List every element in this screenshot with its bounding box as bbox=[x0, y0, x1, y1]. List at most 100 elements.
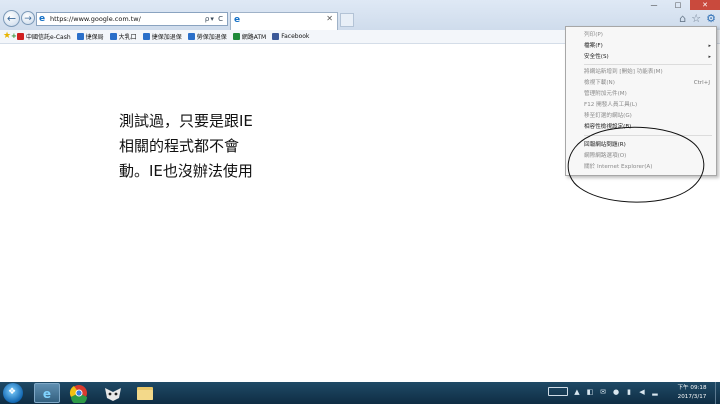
taskbar-ie[interactable]: e bbox=[34, 383, 60, 403]
windows-logo-icon: ❖ bbox=[8, 387, 17, 397]
favorites-list: 中國信託e-Cash 捷保局 大乳口 捷保加退保 勞保加退保 網路ATM Facebook bbox=[17, 30, 315, 43]
show-desktop-button[interactable] bbox=[715, 382, 720, 404]
page-text: 測試過，只要是跟IE 相關的程式都不會 動。IE也沒辦法使用 bbox=[119, 109, 253, 184]
favorites-star-icon[interactable]: ★ bbox=[3, 30, 11, 43]
address-url[interactable]: https://www.google.com.tw/ bbox=[50, 13, 141, 25]
start-button[interactable]: ❖ bbox=[3, 383, 23, 403]
screen: ← → e https://www.google.com.tw/ ρ▾ C e … bbox=[0, 0, 720, 404]
favorite-item[interactable]: Facebook bbox=[272, 33, 309, 40]
taskbar: ❖ e ▲ ◧ ✉ ● ▮ ◀ ▂ 下午 09:18 2017/3/17 bbox=[0, 382, 720, 404]
keyboard-icon[interactable] bbox=[548, 387, 568, 396]
taskbar-file-explorer[interactable] bbox=[132, 383, 158, 403]
page-text-line: 測試過，只要是跟IE bbox=[119, 112, 253, 130]
page-text-line: 動。IE也沒辦法使用 bbox=[119, 162, 253, 180]
favorite-label: Facebook bbox=[281, 33, 310, 40]
favorite-label: 捷保加退保 bbox=[151, 34, 182, 41]
forward-arrow-icon: → bbox=[24, 14, 32, 24]
back-button[interactable]: ← bbox=[3, 10, 20, 27]
menu-separator bbox=[584, 64, 712, 65]
taskbar-clock[interactable]: 下午 09:18 2017/3/17 bbox=[674, 384, 710, 402]
tools-menu-item[interactable]: F12 開發人員工具(L) bbox=[566, 100, 716, 111]
background-tab-1[interactable] bbox=[40, 2, 80, 10]
ie-icon: e bbox=[42, 387, 52, 401]
tools-menu-item[interactable]: 相容性檢視設定(B) bbox=[566, 122, 716, 133]
favorite-label: 中國信託e-Cash bbox=[26, 34, 71, 41]
favorite-site-icon bbox=[232, 33, 240, 40]
folder-icon bbox=[137, 387, 153, 400]
tools-menu: 列印(P) 檔案(F) ▸ 安全性(S) ▸ 將網站新增到 [開始] 功能表(M) 檢視下載… bbox=[565, 26, 717, 176]
signal-icon[interactable]: ▂ bbox=[651, 388, 659, 396]
favorites-star-icon[interactable]: ☆ bbox=[691, 13, 701, 25]
tray-arrow-icon[interactable]: ▲ bbox=[573, 388, 581, 396]
menu-item-label: F12 開發人員工具(L) bbox=[584, 102, 638, 108]
tools-menu-item[interactable]: 將網站新增到 [開始] 功能表(M) bbox=[566, 67, 716, 78]
taskbar-chrome[interactable] bbox=[66, 383, 92, 404]
menu-item-label: 管理附加元件(M) bbox=[584, 91, 627, 97]
taskbar-app[interactable] bbox=[100, 383, 126, 403]
tools-menu-item[interactable]: 管理附加元件(M) bbox=[566, 89, 716, 100]
volume-icon[interactable]: ◀ bbox=[638, 388, 646, 396]
favorite-label: 捷保局 bbox=[85, 34, 104, 41]
menu-separator bbox=[584, 135, 712, 136]
favorite-item[interactable]: 勞保加退保 bbox=[187, 32, 227, 41]
tools-menu-item[interactable]: 網際網路選項(O) bbox=[566, 151, 716, 162]
chrome-icon bbox=[69, 385, 87, 404]
new-tab-button[interactable] bbox=[340, 13, 354, 27]
clock-time: 下午 09:18 bbox=[677, 385, 707, 391]
tab-close-icon[interactable]: ✕ bbox=[326, 14, 333, 23]
favorite-site-icon bbox=[17, 33, 24, 40]
close-window-button[interactable]: ✕ bbox=[690, 0, 720, 10]
minimize-button[interactable]: — bbox=[642, 0, 666, 10]
background-tab-3[interactable] bbox=[240, 2, 300, 10]
menu-item-label: 列印(P) bbox=[584, 32, 603, 38]
tools-menu-item[interactable]: 安全性(S) ▸ bbox=[566, 52, 716, 63]
tools-menu-item[interactable]: 檔案(F) ▸ bbox=[566, 41, 716, 52]
menu-item-label: 檢視下載(N) bbox=[584, 80, 615, 86]
favorite-label: 勞保加退保 bbox=[196, 34, 227, 41]
favorite-item[interactable]: 捷保加退保 bbox=[142, 32, 182, 41]
menu-item-label: 相容性檢視設定(B) bbox=[584, 124, 632, 130]
ie-tab-icon: e bbox=[234, 15, 241, 25]
favorite-item[interactable]: 網路ATM bbox=[232, 32, 267, 41]
menu-item-label: 移至釘選的網站(G) bbox=[584, 113, 632, 119]
background-tab-2[interactable] bbox=[90, 2, 140, 10]
app-mask-icon bbox=[105, 388, 121, 401]
add-to-favorites-icon[interactable]: + bbox=[11, 30, 17, 43]
favorite-site-icon bbox=[142, 33, 150, 40]
network-icon[interactable]: ▮ bbox=[625, 388, 633, 396]
tray-app-icon[interactable]: ◧ bbox=[586, 388, 594, 396]
menu-item-label: 檔案(F) bbox=[584, 43, 603, 49]
tray-app-icon[interactable]: ✉ bbox=[599, 388, 607, 396]
back-arrow-icon: ← bbox=[6, 12, 17, 25]
ie-page-icon: e bbox=[39, 14, 46, 24]
page-text-line: 相關的程式都不會 bbox=[119, 137, 240, 155]
maximize-button[interactable]: □ bbox=[666, 0, 690, 10]
favorite-label: 網路ATM bbox=[241, 34, 267, 41]
tools-menu-item[interactable]: 列印(P) bbox=[566, 30, 716, 41]
tools-menu-item[interactable]: 檢視下載(N) Ctrl+J bbox=[566, 78, 716, 89]
address-tools[interactable]: ρ▾ C bbox=[205, 13, 224, 25]
tools-menu-item[interactable]: 移至釘選的網站(G) bbox=[566, 111, 716, 122]
favorite-item[interactable]: 中國信託e-Cash bbox=[17, 32, 71, 41]
window-controls: — □ ✕ bbox=[642, 0, 720, 10]
favorite-item[interactable]: 大乳口 bbox=[109, 32, 137, 41]
address-bar[interactable]: e https://www.google.com.tw/ ρ▾ C bbox=[36, 12, 228, 26]
home-icon[interactable]: ⌂ bbox=[679, 13, 686, 25]
menu-item-label: 關於 Internet Explorer(A) bbox=[584, 164, 653, 170]
forward-button[interactable]: → bbox=[21, 11, 35, 25]
favorite-label: 大乳口 bbox=[118, 34, 137, 41]
menu-item-label: 網際網路選項(O) bbox=[584, 153, 627, 159]
submenu-arrow-icon: ▸ bbox=[708, 43, 711, 49]
favorite-item[interactable]: 捷保局 bbox=[76, 32, 104, 41]
active-tab[interactable]: e ✕ bbox=[230, 12, 338, 30]
favorite-site-icon bbox=[76, 33, 84, 40]
tray-app-icon[interactable]: ● bbox=[612, 388, 620, 396]
submenu-arrow-icon: ▸ bbox=[708, 54, 711, 60]
tools-menu-item[interactable]: 回報網站問題(R) bbox=[566, 140, 716, 151]
menu-item-label: 將網站新增到 [開始] 功能表(M) bbox=[584, 69, 663, 75]
gear-icon[interactable]: ⚙ bbox=[706, 13, 716, 25]
tools-menu-item[interactable]: 關於 Internet Explorer(A) bbox=[566, 162, 716, 173]
menu-item-label: 回報網站問題(R) bbox=[584, 142, 626, 148]
background-tab-4[interactable] bbox=[305, 2, 345, 10]
menu-item-label: 安全性(S) bbox=[584, 54, 609, 60]
